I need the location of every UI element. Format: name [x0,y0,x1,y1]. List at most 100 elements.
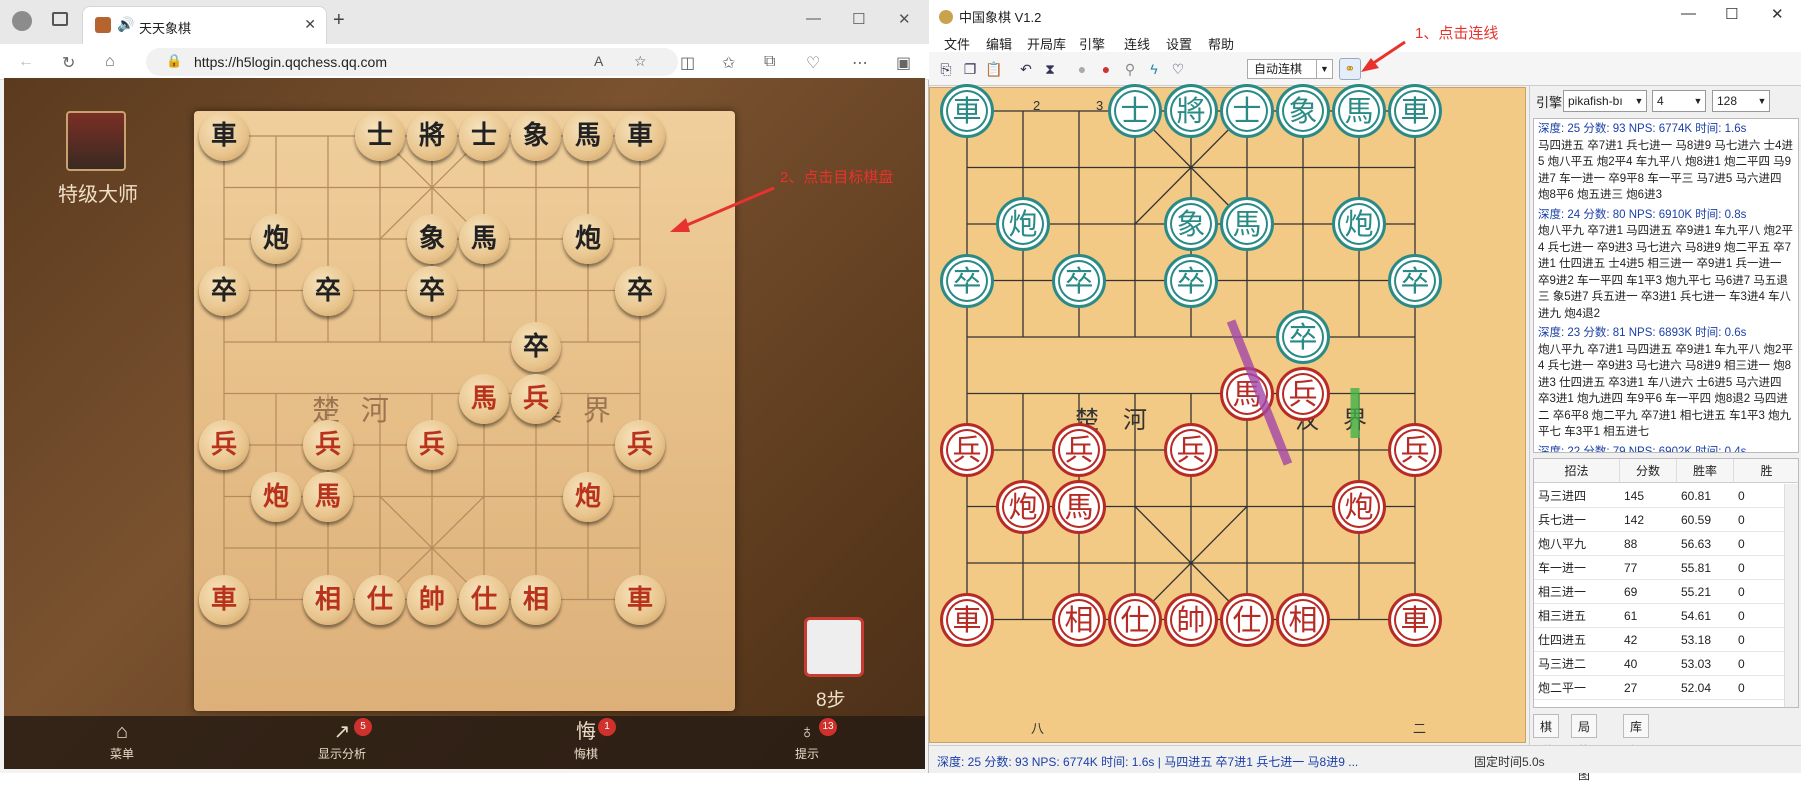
app-maximize-icon[interactable]: ☐ [1725,5,1738,23]
game-piece[interactable]: 卒 [303,265,353,316]
favorite-star-icon[interactable]: ☆ [634,53,647,70]
board-piece[interactable]: 馬 [1220,197,1274,251]
new-tab-icon[interactable]: + [333,10,345,30]
game-piece[interactable]: 兵 [511,373,561,424]
table-row[interactable]: 炮二平一 27 52.04 0 [1534,676,1784,700]
board-piece[interactable]: 士 [1108,84,1162,138]
hourglass-icon[interactable]: ⧗ [1041,60,1059,78]
table-row[interactable]: 马三进四 145 60.81 0 [1534,484,1784,508]
menu-item[interactable]: 连线 [1124,34,1150,53]
menu-item[interactable]: 引擎 [1079,34,1105,53]
profile-icon[interactable] [12,11,32,31]
game-piece[interactable]: 象 [511,111,561,161]
game-piece[interactable]: 仕 [355,574,405,625]
table-header[interactable]: 胜率 [1677,459,1734,483]
minimize-icon[interactable]: — [806,10,821,27]
opponent-avatar[interactable] [66,111,126,171]
tab-actions-icon[interactable] [52,12,68,26]
red-user-icon[interactable]: ● [1097,60,1115,78]
board-piece[interactable]: 馬 [1220,366,1274,421]
more-icon[interactable]: ⋯ [852,53,868,73]
board-piece[interactable]: 相 [1276,592,1330,647]
game-piece[interactable]: 象 [407,214,457,264]
game-button[interactable]: ↗ 显示分析 5 [292,716,392,769]
board-piece[interactable]: 炮 [996,479,1050,534]
sidebar-icon[interactable]: ▣ [896,53,911,73]
threads-select[interactable]: 4 ▼ [1652,90,1706,112]
board-piece[interactable]: 卒 [940,253,994,308]
back-icon[interactable]: ← [18,53,34,71]
game-piece[interactable]: 兵 [615,420,665,470]
board-piece[interactable]: 相 [1052,592,1106,647]
bottom-tab[interactable]: 局势图 [1571,714,1598,782]
board-piece[interactable]: 兵 [1164,423,1218,477]
table-row[interactable]: 马三进二 40 53.03 0 [1534,652,1784,676]
board-piece[interactable]: 卒 [1052,253,1106,308]
table-scrollbar[interactable] [1784,484,1798,707]
game-button[interactable]: ⌂ 菜单 [72,716,172,769]
game-piece[interactable]: 車 [615,574,665,625]
url-field[interactable]: 🔒 https://h5login.qqchess.qq.com A ☆ [146,48,678,76]
split-screen-icon[interactable]: ◫ [680,53,695,73]
game-piece[interactable]: 車 [199,574,249,625]
heart-icon[interactable]: ♡ [1169,60,1187,78]
table-row[interactable]: 炮八平九 88 56.63 0 [1534,532,1784,556]
menu-item[interactable]: 帮助 [1208,34,1234,53]
board-piece[interactable]: 將 [1164,84,1218,138]
move-table[interactable]: 招法 分数 胜率胜马三进四 145 60.81 0 兵七进一 142 60.59 0 炮八平九 88 5… [1533,458,1799,708]
game-piece[interactable]: 兵 [303,420,353,470]
game-piece[interactable]: 兵 [407,420,457,470]
game-piece[interactable]: 馬 [563,111,613,161]
copy-icon[interactable]: ❐ [961,60,979,78]
lightning-icon[interactable]: ϟ [1145,60,1163,78]
engine-select[interactable]: pikafish-bı ▼ [1563,90,1647,112]
bottom-tab[interactable]: 库招 [1623,714,1650,758]
menu-item[interactable]: 编辑 [986,34,1012,53]
board-piece[interactable]: 車 [940,84,994,138]
board-piece[interactable]: 象 [1276,84,1330,138]
refresh-icon[interactable]: ↻ [62,53,75,73]
game-piece[interactable]: 士 [355,111,405,161]
table-row[interactable]: 兵七进一 142 60.59 0 [1534,508,1784,532]
game-piece[interactable]: 卒 [511,322,561,373]
app-close-icon[interactable]: ✕ [1771,5,1784,23]
board-piece[interactable]: 卒 [1276,310,1330,364]
board-piece[interactable]: 炮 [996,197,1050,251]
board-piece[interactable]: 馬 [1332,84,1386,138]
table-row[interactable]: 相三进五 61 54.61 0 [1534,604,1784,628]
board-piece[interactable]: 車 [1388,592,1442,647]
game-piece[interactable]: 車 [615,111,665,161]
game-piece[interactable]: 車 [199,111,249,161]
table-row[interactable]: 相三进一 69 55.21 0 [1534,580,1784,604]
game-piece[interactable]: 兵 [199,420,249,470]
game-piece[interactable]: 炮 [251,214,301,264]
game-button[interactable]: 悔悔棋 1 [536,716,636,769]
read-aloud-icon[interactable]: A [594,53,603,69]
board-piece[interactable]: 卒 [1388,253,1442,308]
extension-icon[interactable]: ♡ [806,53,820,73]
menu-item[interactable]: 设置 [1166,34,1192,53]
paste-icon[interactable]: 📋 [985,60,1003,78]
game-board[interactable]: 楚 河 漢 界 車士將士象馬車炮象馬炮卒卒卒卒卒馬兵兵兵兵兵炮馬炮車相仕帥仕相車 [194,111,735,711]
speaker-icon[interactable]: 🔊 [117,16,134,33]
game-piece[interactable]: 士 [459,111,509,161]
board-piece[interactable]: 馬 [1052,479,1106,534]
game-piece[interactable]: 將 [407,111,457,161]
board-piece[interactable]: 兵 [940,423,994,477]
menu-item[interactable]: 开局库 [1027,34,1066,53]
board-piece[interactable]: 仕 [1220,592,1274,647]
table-row[interactable]: 仕四进五 42 53.18 0 [1534,628,1784,652]
chess-board[interactable]: 2 3 八 二 楚 河 汉 界 車士將士象馬車炮象馬炮卒卒卒卒卒馬兵兵兵兵兵炮馬… [929,84,1526,743]
menu-item[interactable]: 文件 [944,34,970,53]
game-piece[interactable]: 相 [303,574,353,625]
search-icon[interactable]: ⚲ [1121,60,1139,78]
player-avatar[interactable] [804,617,864,677]
board-piece[interactable]: 炮 [1332,479,1386,534]
close-tab-icon[interactable]: ✕ [304,16,316,33]
close-window-icon[interactable]: ✕ [898,10,911,28]
home-icon[interactable]: ⌂ [105,53,115,71]
new-icon[interactable]: ⎘ [937,60,955,78]
board-piece[interactable]: 炮 [1332,197,1386,251]
favorites-icon[interactable]: ✩ [722,53,735,73]
game-piece[interactable]: 卒 [407,265,457,316]
